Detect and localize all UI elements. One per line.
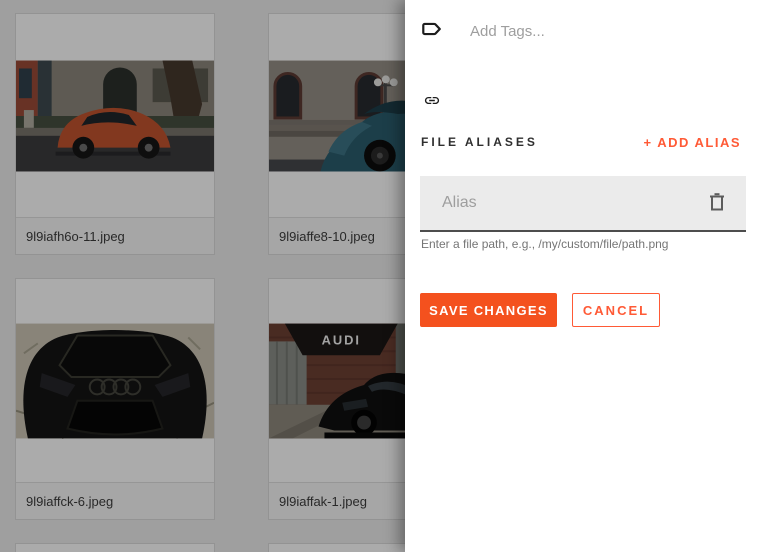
app-screen: 9l9iafh6o-11.jpeg 9l9iaffe8-10.jpeg 9l9i…: [0, 0, 763, 552]
tag-icon: [421, 18, 443, 45]
alias-helper-text: Enter a file path, e.g., /my/custom/file…: [421, 237, 669, 251]
cancel-button[interactable]: CANCEL: [572, 293, 660, 327]
alias-input[interactable]: [440, 193, 706, 213]
delete-alias-button[interactable]: [706, 192, 728, 214]
link-row: [421, 92, 443, 114]
tags-input[interactable]: [468, 22, 747, 41]
tags-field: [421, 18, 747, 45]
save-changes-button[interactable]: SAVE CHANGES: [420, 293, 557, 327]
alias-field: [420, 176, 746, 232]
trash-icon: [707, 191, 727, 216]
file-aliases-label: FILE ALIASES: [421, 135, 538, 149]
edit-file-panel: FILE ALIASES + ADD ALIAS Enter a file pa…: [405, 0, 763, 552]
add-alias-button[interactable]: + ADD ALIAS: [643, 135, 741, 150]
file-aliases-section-header: FILE ALIASES + ADD ALIAS: [421, 132, 741, 152]
link-icon: [421, 92, 443, 114]
